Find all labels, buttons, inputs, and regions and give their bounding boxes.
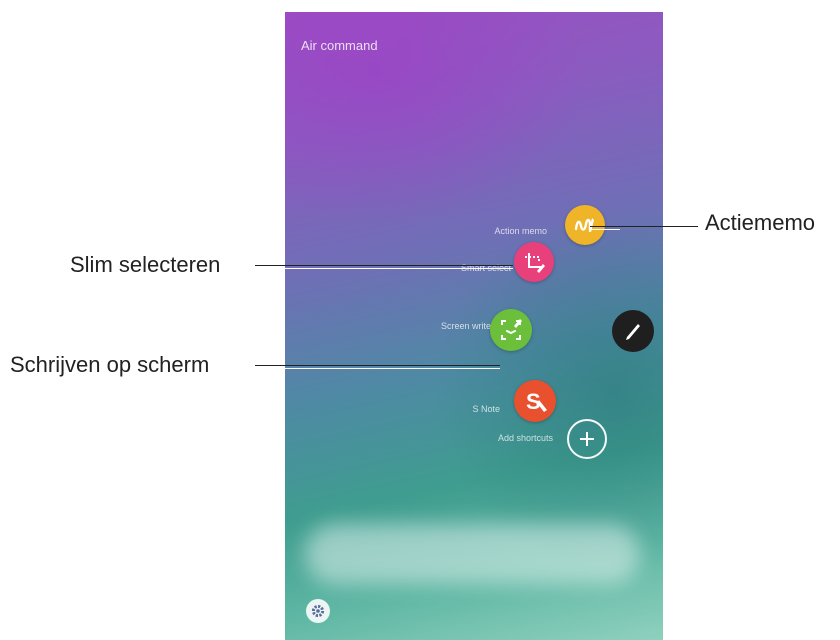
action-memo-callout: Actiememo	[705, 210, 816, 235]
screen-write-leader	[255, 365, 500, 366]
s-note-label: S Note	[472, 404, 500, 414]
screen-write-callout: Schrijven op scherm	[10, 352, 210, 377]
gear-icon	[311, 604, 325, 618]
plus-icon	[580, 432, 594, 446]
smart-select-button[interactable]	[514, 242, 554, 282]
screen-write-label: Screen write	[440, 321, 491, 331]
screen-write-leader-highlight	[285, 368, 500, 369]
air-command-screen: Air command Action memo Smart select Scr…	[285, 12, 663, 640]
pen-icon	[626, 324, 640, 340]
add-shortcuts-label: Add shortcuts	[497, 433, 553, 443]
s-note-button[interactable]: S	[514, 380, 556, 422]
s-note-icon: S	[526, 389, 547, 414]
smart-select-callout: Slim selecteren	[70, 252, 221, 277]
action-memo-leader	[590, 226, 698, 227]
bottom-glow	[305, 524, 640, 584]
screen-title: Air command	[301, 38, 378, 53]
action-memo-icon	[574, 218, 594, 233]
smart-select-icon	[525, 253, 545, 273]
smart-select-leader-highlight	[285, 268, 513, 269]
add-shortcuts-button[interactable]	[567, 419, 607, 459]
action-memo-button[interactable]	[565, 205, 605, 245]
smart-select-leader	[255, 265, 513, 266]
pen-button[interactable]	[612, 310, 654, 352]
screen-write-button[interactable]	[490, 309, 532, 351]
action-memo-label: Action memo	[494, 226, 547, 236]
screen-write-icon	[501, 319, 522, 340]
settings-button[interactable]	[306, 599, 330, 623]
action-memo-leader-highlight	[590, 229, 620, 230]
